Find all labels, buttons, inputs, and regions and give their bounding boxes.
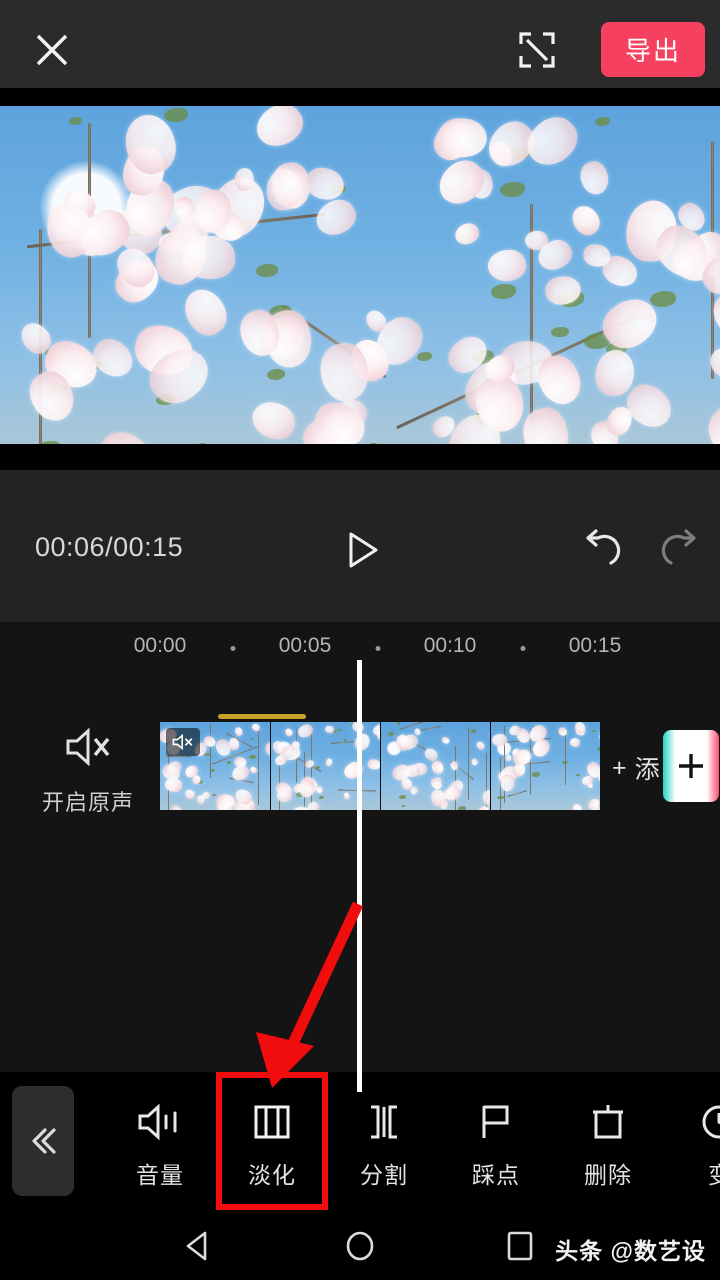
tool-volume[interactable]: 音量 — [104, 1072, 216, 1210]
add-clip-fab[interactable] — [663, 730, 719, 802]
video-thumbnail[interactable] — [490, 722, 600, 810]
tool-label: 音量 — [136, 1162, 184, 1188]
watermark-label: 头条 @数艺设 — [555, 1238, 706, 1264]
ruler-tick-dot — [230, 646, 235, 651]
tool-split[interactable]: 分割 — [328, 1072, 440, 1210]
player-controls: 00:06/00:15 — [0, 470, 720, 622]
toolbar-items: 音量 淡化 分割 踩点 删除 — [104, 1072, 720, 1210]
transition-indicator[interactable] — [218, 714, 306, 719]
ruler-tick-dot — [520, 646, 525, 651]
preview-blossoms — [0, 106, 720, 444]
video-track[interactable] — [160, 722, 600, 810]
tool-beat[interactable]: 踩点 — [440, 1072, 552, 1210]
top-bar: 导出 — [0, 0, 720, 100]
add-track-button[interactable]: + 添 — [612, 750, 660, 786]
trash-icon — [585, 1092, 631, 1144]
tool-label: 淡化 — [248, 1162, 296, 1188]
tool-delete[interactable]: 删除 — [552, 1072, 664, 1210]
tool-fade[interactable]: 淡化 — [216, 1072, 328, 1210]
add-track-label: 添 — [634, 756, 660, 784]
preview-frame — [0, 106, 720, 444]
ruler-tick-label: 00:15 — [568, 634, 622, 657]
video-preview[interactable] — [0, 88, 720, 470]
fade-icon — [249, 1092, 295, 1144]
speaker-muted-icon — [166, 728, 200, 756]
annotation-arrow — [256, 901, 363, 1088]
export-button[interactable]: 导出 — [601, 22, 705, 77]
ruler-tick-label: 00:10 — [423, 634, 477, 657]
ruler-tick-dot — [375, 646, 380, 651]
fullscreen-icon[interactable] — [512, 25, 562, 75]
toolbar-back-button[interactable] — [12, 1086, 74, 1196]
video-thumbnail[interactable] — [270, 722, 380, 810]
ruler-tick-label: 00:00 — [133, 634, 187, 657]
play-icon[interactable] — [336, 525, 386, 575]
undo-icon[interactable] — [576, 525, 626, 575]
volume-icon — [135, 1092, 185, 1144]
video-thumbnail[interactable] — [380, 722, 490, 810]
android-nav-bar: 头条 @数艺设 — [0, 1210, 720, 1280]
ruler-tick-label: 00:05 — [278, 634, 332, 657]
timecode-label: 00:06/00:15 — [35, 532, 184, 562]
add-track-plus: + — [612, 753, 627, 782]
beat-flag-icon — [473, 1092, 519, 1144]
tool-label: 删除 — [584, 1162, 632, 1188]
speed-clock-icon — [697, 1092, 720, 1144]
android-home-icon[interactable] — [340, 1226, 380, 1266]
original-sound-label: 开启原声 — [41, 790, 134, 815]
redo-icon[interactable] — [656, 525, 706, 575]
android-recents-icon[interactable] — [500, 1226, 540, 1266]
android-back-icon[interactable] — [180, 1226, 220, 1266]
double-chevron-left-icon — [32, 1128, 56, 1154]
tool-label: 分割 — [360, 1162, 408, 1188]
video-thumbnail[interactable] — [160, 722, 270, 810]
bottom-toolbar: 音量 淡化 分割 踩点 删除 — [0, 1072, 720, 1210]
speaker-muted-icon — [62, 724, 114, 775]
toggle-original-sound[interactable]: 开启原声 — [22, 724, 154, 816]
tool-label: 踩点 — [472, 1162, 520, 1188]
export-label: 导出 — [624, 36, 681, 66]
tool-label: 变 — [708, 1156, 720, 1190]
tool-speed[interactable]: 变 — [664, 1072, 720, 1210]
split-icon — [361, 1092, 407, 1144]
video-editor-screen: 导出 00:06/00:15 00:00 00:05 00:10 00:15 开… — [0, 0, 720, 1280]
close-icon[interactable] — [28, 26, 76, 74]
